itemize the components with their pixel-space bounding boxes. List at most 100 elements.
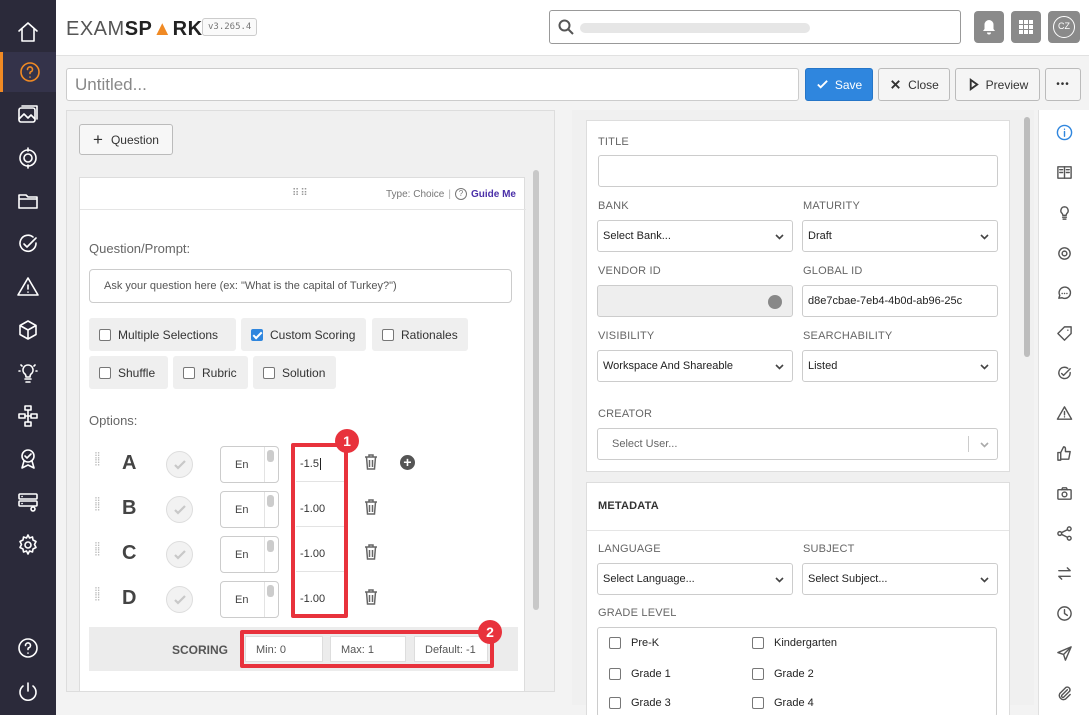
check-circle-icon[interactable] (0, 224, 56, 264)
language-scroll-knob[interactable] (267, 495, 274, 507)
warning-icon[interactable] (1039, 395, 1089, 431)
edit-icon[interactable] (768, 295, 782, 309)
mark-correct-toggle[interactable] (166, 586, 193, 613)
bank-value: Select Bank... (603, 230, 671, 242)
target-icon[interactable] (0, 138, 56, 178)
language-scroll-knob[interactable] (267, 585, 274, 597)
target-icon[interactable] (1039, 235, 1089, 271)
add-question-button[interactable]: + Question (79, 124, 173, 155)
shuffle-checkbox[interactable]: Shuffle (89, 356, 168, 389)
prompt-input[interactable]: Ask your question here (ex: "What is the… (89, 269, 512, 303)
power-icon[interactable] (0, 672, 56, 712)
save-button[interactable]: Save (805, 68, 873, 101)
rubric-checkbox[interactable]: Rubric (173, 356, 248, 389)
help-icon[interactable] (0, 628, 56, 668)
creator-select[interactable]: Select User... (597, 428, 998, 460)
grade-level-label: GRADE LEVEL (598, 607, 677, 619)
settings-icon[interactable] (0, 525, 56, 565)
drag-handle-icon[interactable]: ⠿⠿ (94, 542, 104, 565)
info-icon[interactable] (1039, 114, 1089, 150)
language-input[interactable]: En (220, 491, 279, 528)
chat-icon[interactable] (1039, 275, 1089, 311)
title-field[interactable] (598, 155, 998, 187)
mark-correct-toggle[interactable] (166, 496, 193, 523)
grade-option-grade-1[interactable]: Grade 1 (609, 668, 671, 680)
language-scroll-knob[interactable] (267, 540, 274, 552)
guide-me-link[interactable]: Guide Me (471, 189, 516, 200)
question-icon[interactable] (0, 52, 56, 92)
camera-icon[interactable] (1039, 475, 1089, 511)
global-id-field[interactable]: d8e7cbae-7eb4-4b0d-ab96-25c (802, 285, 998, 317)
custom-scoring-checkbox[interactable]: Custom Scoring (241, 318, 366, 351)
item-title-input[interactable]: Untitled... (66, 68, 799, 101)
grade-option-pre-k[interactable]: Pre-K (609, 637, 659, 649)
check-circle-icon[interactable] (1039, 355, 1089, 391)
paperclip-icon[interactable] (1039, 675, 1089, 711)
checkbox-box (609, 697, 621, 709)
trash-icon (365, 454, 377, 470)
language-scroll-knob[interactable] (267, 450, 274, 462)
lightbulb-icon[interactable] (1039, 194, 1089, 230)
close-button[interactable]: Close (878, 68, 950, 101)
flow-icon[interactable] (0, 396, 56, 436)
drag-handle-icon[interactable]: ⠿⠿ (94, 587, 104, 610)
more-button[interactable]: ••• (1045, 68, 1081, 101)
language-input[interactable]: En (220, 446, 279, 483)
multiple-selections-checkbox[interactable]: Multiple Selections (89, 318, 236, 351)
drag-handle-icon[interactable]: ⠿⠿ (94, 497, 104, 520)
book-icon[interactable] (1039, 154, 1089, 190)
clock-icon[interactable] (1039, 595, 1089, 631)
lightbulb-icon[interactable] (0, 353, 56, 393)
right-panel-scrollbar[interactable] (1024, 117, 1030, 357)
preview-button[interactable]: Preview (955, 68, 1040, 101)
language-input[interactable]: En (220, 536, 279, 573)
delete-option-button[interactable] (363, 588, 379, 606)
logo-text-exam: EXAM (66, 18, 125, 40)
delete-option-button[interactable] (363, 543, 379, 561)
searchability-select[interactable]: Listed (802, 350, 998, 382)
gallery-icon[interactable] (0, 95, 56, 135)
notifications-button[interactable] (974, 11, 1004, 43)
app-logo[interactable]: EXAMSP▲RK (66, 18, 203, 41)
grade-option-grade-2[interactable]: Grade 2 (752, 668, 814, 680)
mark-correct-toggle[interactable] (166, 541, 193, 568)
tag-icon[interactable] (1039, 315, 1089, 351)
left-panel-scrollbar[interactable] (533, 170, 539, 610)
maturity-select[interactable]: Draft (802, 220, 998, 252)
checkbox-box (183, 366, 195, 379)
metadata-title: METADATA (598, 500, 659, 512)
thumbs-up-icon[interactable] (1039, 435, 1089, 471)
warning-icon[interactable] (0, 267, 56, 307)
subject-select[interactable]: Select Subject... (802, 563, 998, 595)
server-icon[interactable] (0, 482, 56, 522)
left-sidebar (0, 0, 56, 715)
grade-option-grade-3[interactable]: Grade 3 (609, 697, 671, 709)
drag-handle-icon[interactable]: ⠿⠿ (94, 452, 104, 475)
home-icon[interactable] (0, 12, 56, 52)
plus-icon: + (93, 129, 103, 149)
delete-option-button[interactable] (363, 453, 379, 471)
grade-option-kindergarten[interactable]: Kindergarten (752, 637, 837, 649)
grade-option-grade-4[interactable]: Grade 4 (752, 697, 814, 709)
drag-handle-icon[interactable]: ⠿⠿ (292, 188, 309, 199)
checkbox-label: Solution (282, 365, 326, 380)
share-icon[interactable] (1039, 515, 1089, 551)
visibility-select[interactable]: Workspace And Shareable (597, 350, 793, 382)
cube-icon[interactable] (0, 310, 56, 350)
language-input[interactable]: En (220, 581, 279, 618)
solution-checkbox[interactable]: Solution (253, 356, 336, 389)
avatar[interactable]: CZ (1048, 11, 1080, 43)
mark-correct-toggle[interactable] (166, 451, 193, 478)
swap-icon[interactable] (1039, 555, 1089, 591)
send-icon[interactable] (1039, 635, 1089, 671)
badge-icon[interactable] (0, 439, 56, 479)
rationales-checkbox[interactable]: Rationales (372, 318, 468, 351)
delete-option-button[interactable] (363, 498, 379, 516)
folder-icon[interactable] (0, 181, 56, 221)
vendor-id-field[interactable] (597, 285, 793, 317)
apps-button[interactable] (1011, 11, 1041, 43)
search-input[interactable] (549, 10, 961, 44)
add-option-button[interactable]: + (400, 455, 415, 470)
language-select[interactable]: Select Language... (597, 563, 793, 595)
bank-select[interactable]: Select Bank... (597, 220, 793, 252)
